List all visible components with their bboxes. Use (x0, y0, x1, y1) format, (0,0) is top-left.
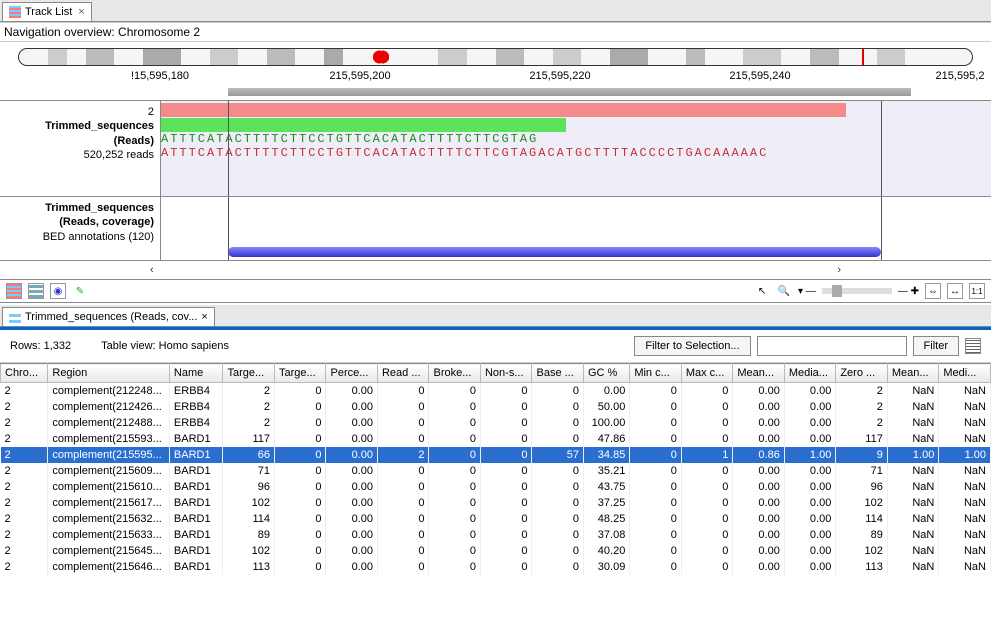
pointer-icon[interactable]: ↖ (754, 283, 770, 299)
zoom-icon[interactable]: 🔍 (776, 283, 792, 299)
sequence-top: ATTTCATACTTTTCTTCCTGTTCACATACTTTTCTTCGTA… (161, 132, 538, 146)
column-header[interactable]: Base ... (532, 364, 584, 383)
ruler-tick: 215,595,240 (729, 70, 790, 82)
view-toolbar: ◉ ✎ ↖ 🔍 ▾ — — ✚ ⇔ ↔ 1:1 (0, 279, 991, 303)
column-header[interactable]: Perce... (326, 364, 378, 383)
column-header[interactable]: Broke... (429, 364, 481, 383)
close-icon[interactable]: × (78, 6, 84, 18)
zoom-range-bar[interactable] (228, 88, 911, 96)
top-tab-bar: Track List × (0, 0, 991, 22)
column-header[interactable]: Chro... (1, 364, 48, 383)
view-info-icon[interactable]: ◉ (50, 283, 66, 299)
table-row[interactable]: 2complement(212248...ERBB4200.0000000.00… (1, 383, 991, 400)
rows-count: Rows: 1,332 (10, 340, 71, 352)
chromosome-ideogram[interactable] (18, 48, 973, 66)
table-row[interactable]: 2complement(215610...BARD19600.00000043.… (1, 479, 991, 495)
sequence-bottom: ATTTCATACTTTTCTTCCTGTTCACATACTTTTCTTCGTA… (161, 146, 768, 160)
data-table[interactable]: Chro...RegionNameTarge...Targe...Perce..… (0, 363, 991, 575)
scroll-right-icon[interactable]: › (837, 264, 841, 276)
track1-count: 520,252 reads (6, 148, 154, 162)
zoom-dropdown-icon[interactable]: ▾ — (798, 286, 816, 297)
column-header[interactable]: Targe... (274, 364, 326, 383)
column-header[interactable]: Mean... (733, 364, 785, 383)
table-row[interactable]: 2complement(215593...BARD111700.00000047… (1, 431, 991, 447)
filter-input[interactable] (757, 336, 907, 356)
filter-to-selection-button[interactable]: Filter to Selection... (634, 336, 750, 356)
fit-11-icon[interactable]: 1:1 (969, 283, 985, 299)
table-row[interactable]: 2complement(212426...ERBB4200.00000050.0… (1, 399, 991, 415)
tab2-label: Trimmed_sequences (Reads, cov... (25, 311, 197, 323)
column-header[interactable]: Zero ... (836, 364, 888, 383)
tab-table[interactable]: Trimmed_sequences (Reads, cov... × (2, 307, 215, 326)
table-view-label: Table view: Homo sapiens (101, 340, 229, 352)
table-icon (9, 311, 21, 323)
column-header[interactable]: Targe... (223, 364, 275, 383)
track1-canvas[interactable]: ATTTCATACTTTTCTTCCTGTTCACATACTTTTCTTCGTA… (160, 101, 991, 196)
table-row[interactable]: 2complement(215645...BARD110200.00000040… (1, 543, 991, 559)
track1-subtitle: (Reads) (6, 134, 154, 148)
column-header[interactable]: Min c... (630, 364, 682, 383)
track2-label: Trimmed_sequences (Reads, coverage) BED … (0, 197, 160, 260)
coverage-bar (228, 247, 881, 257)
tab-tracklist[interactable]: Track List × (2, 2, 92, 21)
zoom-slider[interactable] (822, 288, 892, 294)
h-scrollbar[interactable]: ‹ › (0, 261, 991, 279)
ruler-tick: !15,595,180 (131, 70, 189, 82)
ruler-tick: 215,595,220 (529, 70, 590, 82)
column-header[interactable]: Region (48, 364, 170, 383)
fit-sel-icon[interactable]: ↔ (947, 283, 963, 299)
ideogram-area (0, 42, 991, 66)
tab-label: Track List (25, 6, 72, 18)
table-row[interactable]: 2complement(215633...BARD18900.00000037.… (1, 527, 991, 543)
zoom-in-icon[interactable]: — ✚ (898, 286, 919, 297)
column-header[interactable]: Medi... (939, 364, 991, 383)
table-panel: Trimmed_sequences (Reads, cov... × Rows:… (0, 303, 991, 575)
close-icon[interactable]: × (201, 311, 207, 323)
fit-width-icon[interactable]: ⇔ (925, 283, 941, 299)
column-header[interactable]: GC % (583, 364, 629, 383)
table-row[interactable]: 2complement(215609...BARD17100.00000035.… (1, 463, 991, 479)
track2-note: BED annotations (120) (6, 230, 154, 244)
column-header[interactable]: Mean... (887, 364, 939, 383)
table-row[interactable]: 2complement(215632...BARD111400.00000048… (1, 511, 991, 527)
filter-button[interactable]: Filter (913, 336, 959, 356)
column-header[interactable]: Read ... (377, 364, 429, 383)
ruler-tick: 215,595,200 (329, 70, 390, 82)
view-table-icon[interactable] (28, 283, 44, 299)
depth-label: 2 (6, 105, 154, 119)
menu-icon[interactable] (965, 338, 981, 354)
column-header[interactable]: Name (169, 364, 223, 383)
view-tracks-icon[interactable] (6, 283, 22, 299)
track1-title: Trimmed_sequences (6, 119, 154, 133)
scroll-left-icon[interactable]: ‹ (150, 264, 154, 276)
track1-label: 2 Trimmed_sequences (Reads) 520,252 read… (0, 101, 160, 196)
ruler-tick: 215,595,2 (936, 70, 985, 82)
view-marker[interactable] (862, 48, 864, 66)
table-row[interactable]: 2complement(215617...BARD110200.00000037… (1, 495, 991, 511)
column-header[interactable]: Max c... (681, 364, 733, 383)
table-row[interactable]: 2complement(212488...ERBB4200.000000100.… (1, 415, 991, 431)
column-header[interactable]: Media... (784, 364, 836, 383)
table-row[interactable]: 2complement(215595...BARD16600.002005734… (1, 447, 991, 463)
track2-canvas[interactable] (160, 197, 991, 260)
track2-title: Trimmed_sequences (6, 201, 154, 215)
view-report-icon[interactable]: ✎ (72, 283, 88, 299)
navigation-overview-label: Navigation overview: Chromosome 2 (0, 22, 991, 42)
track2-subtitle: (Reads, coverage) (6, 215, 154, 229)
genomic-ruler: !15,595,180 215,595,200 215,595,220 215,… (0, 70, 991, 100)
column-header[interactable]: Non-s... (480, 364, 532, 383)
tracklist-icon (9, 6, 21, 18)
table-row[interactable]: 2complement(215646...BARD111300.00000030… (1, 559, 991, 575)
